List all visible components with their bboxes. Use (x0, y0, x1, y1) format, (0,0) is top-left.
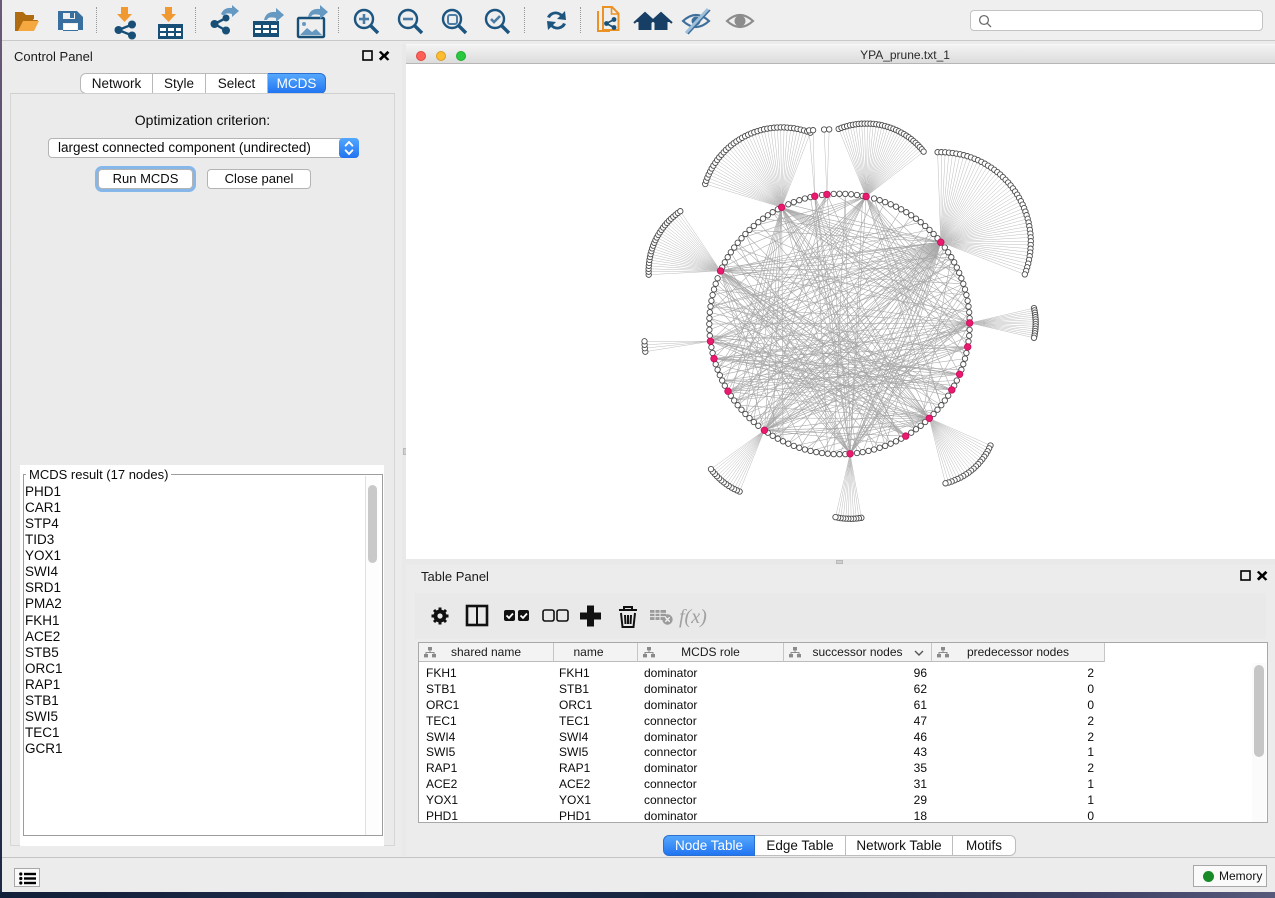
svg-text:f(x): f(x) (679, 606, 707, 628)
